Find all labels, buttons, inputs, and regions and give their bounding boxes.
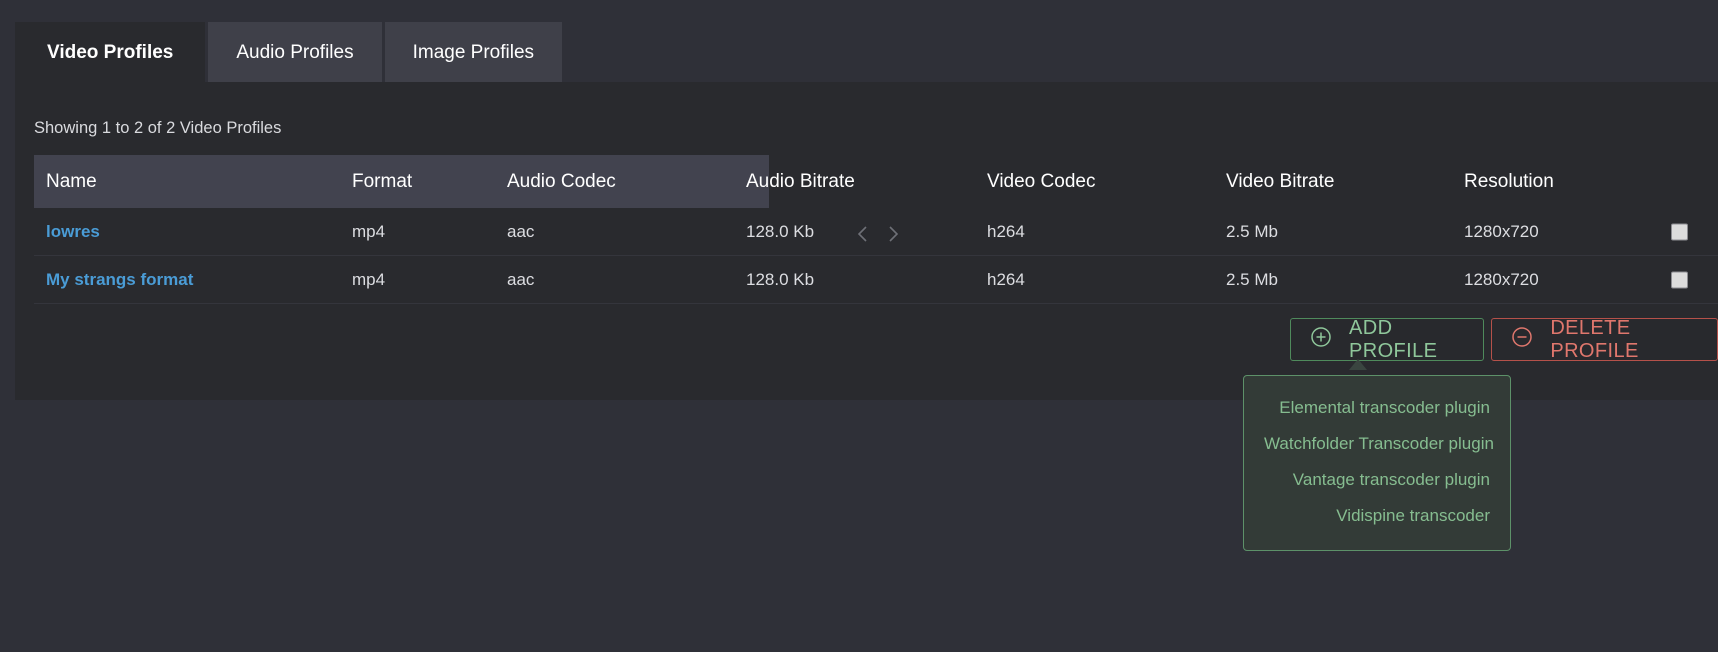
- profile-name-link[interactable]: My strangs format: [46, 270, 193, 289]
- row-select-checkbox[interactable]: [1671, 271, 1688, 288]
- result-count-text: Showing 1 to 2 of 2 Video Profiles: [34, 119, 282, 137]
- table-pager: [855, 222, 901, 246]
- cell-video-codec: h264: [987, 269, 1025, 289]
- profile-actions: ADD PROFILE DELETE PROFILE: [1290, 316, 1718, 370]
- add-profile-button[interactable]: ADD PROFILE: [1290, 316, 1485, 370]
- dropdown-caret-icon: [1349, 359, 1368, 370]
- column-header-video-bitrate[interactable]: Video Bitrate: [1226, 171, 1334, 193]
- column-header-audio-codec[interactable]: Audio Codec: [507, 171, 616, 193]
- app-root: Video Profiles Audio Profiles Image Prof…: [0, 0, 1718, 652]
- add-profile-label: ADD PROFILE: [1349, 316, 1438, 362]
- table-header-row: Name Format Audio Codec Audio Bitrate Vi…: [34, 155, 1718, 208]
- delete-profile-button[interactable]: DELETE PROFILE: [1491, 316, 1718, 362]
- dropdown-item-vidispine[interactable]: Vidispine transcoder: [1262, 498, 1492, 534]
- chevron-left-icon[interactable]: [855, 222, 871, 246]
- cell-format: mp4: [352, 221, 386, 241]
- column-header-name[interactable]: Name: [46, 171, 97, 193]
- dropdown-item-elemental[interactable]: Elemental transcoder plugin: [1262, 390, 1492, 426]
- cell-video-bitrate: 2.5 Mb: [1226, 221, 1278, 241]
- delete-profile-label: DELETE PROFILE: [1550, 316, 1639, 362]
- profile-name-link[interactable]: lowres: [46, 222, 100, 241]
- row-select-checkbox[interactable]: [1671, 223, 1688, 240]
- cell-audio-bitrate: 128.0 Kb: [746, 221, 815, 241]
- cell-format: mp4: [352, 269, 386, 289]
- plus-circle-icon: [1309, 325, 1333, 355]
- transcoder-plugin-dropdown: Elemental transcoder plugin Watchfolder …: [1243, 375, 1511, 551]
- dropdown-item-watchfolder[interactable]: Watchfolder Transcoder plugin: [1262, 426, 1494, 462]
- column-header-audio-bitrate[interactable]: Audio Bitrate: [746, 171, 855, 193]
- cell-resolution: 1280x720: [1464, 221, 1539, 241]
- profile-tabs: Video Profiles Audio Profiles Image Prof…: [15, 22, 563, 82]
- minus-circle-icon: [1510, 325, 1534, 355]
- cell-resolution: 1280x720: [1464, 269, 1539, 289]
- cell-audio-codec: aac: [507, 221, 535, 241]
- tab-video-profiles-label: Video Profiles: [47, 41, 174, 63]
- cell-video-codec: h264: [987, 221, 1025, 241]
- dropdown-item-vantage[interactable]: Vantage transcoder plugin: [1262, 462, 1492, 498]
- chevron-right-icon[interactable]: [885, 222, 901, 246]
- tab-audio-profiles-label: Audio Profiles: [236, 41, 354, 63]
- column-header-format[interactable]: Format: [352, 171, 412, 193]
- tab-image-profiles[interactable]: Image Profiles: [384, 22, 563, 82]
- tab-video-profiles[interactable]: Video Profiles: [15, 22, 206, 82]
- tab-image-profiles-label: Image Profiles: [412, 41, 535, 63]
- table-row[interactable]: My strangs format mp4 aac 128.0 Kb h264 …: [34, 256, 1718, 304]
- column-header-video-codec[interactable]: Video Codec: [987, 171, 1095, 193]
- cell-audio-bitrate: 128.0 Kb: [746, 269, 815, 289]
- tab-audio-profiles[interactable]: Audio Profiles: [208, 22, 382, 82]
- cell-video-bitrate: 2.5 Mb: [1226, 269, 1278, 289]
- column-header-resolution[interactable]: Resolution: [1464, 171, 1554, 193]
- cell-audio-codec: aac: [507, 269, 535, 289]
